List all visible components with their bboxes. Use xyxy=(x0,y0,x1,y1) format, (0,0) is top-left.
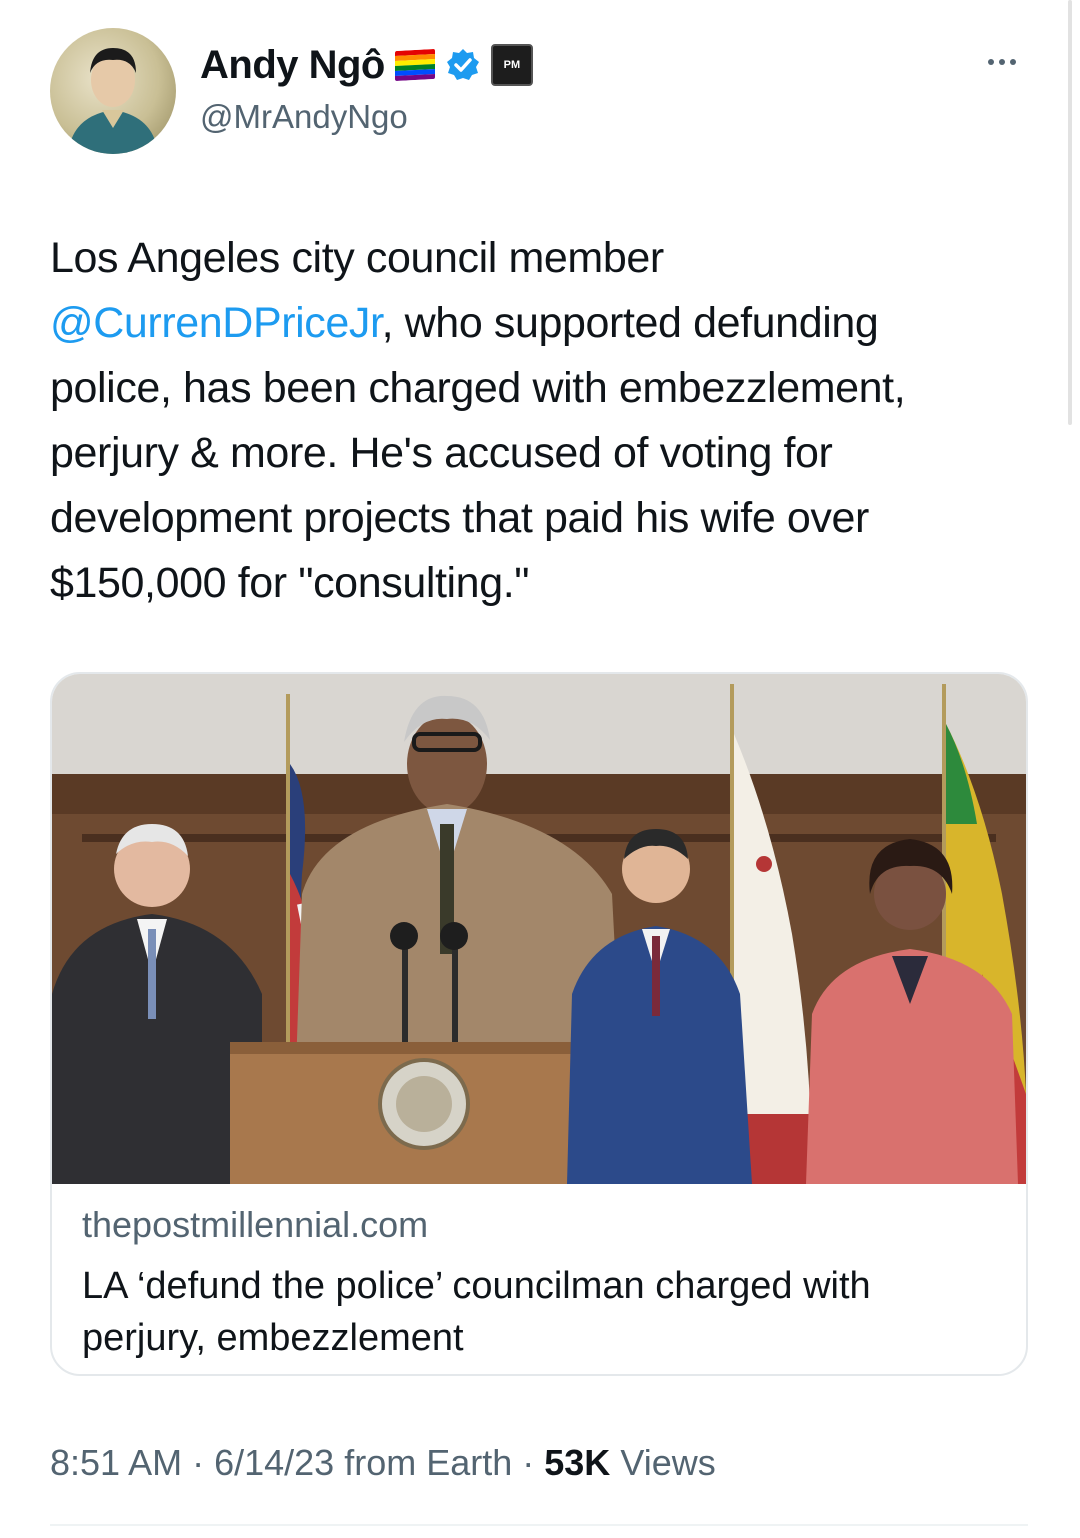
card-domain: thepostmillennial.com xyxy=(82,1204,429,1245)
author-display-name[interactable]: Andy Ngô xyxy=(200,43,385,88)
mention-link[interactable]: @CurrenDPriceJr xyxy=(50,299,382,347)
tweet-date[interactable]: 6/14/23 xyxy=(214,1442,334,1484)
verified-badge-icon xyxy=(446,49,479,80)
author-name-row: Andy Ngô PM xyxy=(200,40,533,90)
portrait-avatar-icon xyxy=(68,48,158,154)
meta-separator: · xyxy=(522,1442,535,1483)
scrollbar[interactable] xyxy=(1068,0,1072,425)
author-handle[interactable]: @MrAndyNgo xyxy=(200,98,408,136)
meta-separator: · xyxy=(192,1442,205,1483)
more-options-icon[interactable] xyxy=(988,52,1028,72)
card-title: LA ‘defund the police’ councilman charge… xyxy=(82,1265,871,1359)
author-avatar[interactable] xyxy=(50,28,176,154)
tweet-time[interactable]: 8:51 AM xyxy=(50,1442,182,1484)
tweet-text: Los Angeles city council member @CurrenD… xyxy=(50,226,1040,616)
rainbow-flag-icon xyxy=(394,48,435,82)
tweet-text-part-1: Los Angeles city council member xyxy=(50,234,664,282)
divider xyxy=(50,1524,1028,1526)
tweet-source: from Earth xyxy=(344,1442,513,1483)
views-stat[interactable]: 53K Views xyxy=(544,1442,715,1484)
article-photo xyxy=(52,674,1026,1184)
views-count: 53K xyxy=(544,1442,611,1483)
tweet-meta: 8:51 AM · 6/14/23 from Earth · 53K Views xyxy=(50,1442,716,1484)
views-label: Views xyxy=(620,1442,716,1483)
link-preview-card[interactable]: thepostmillennial.com LA ‘defund the pol… xyxy=(50,672,1028,1376)
affiliate-badge-icon[interactable]: PM xyxy=(490,44,533,86)
